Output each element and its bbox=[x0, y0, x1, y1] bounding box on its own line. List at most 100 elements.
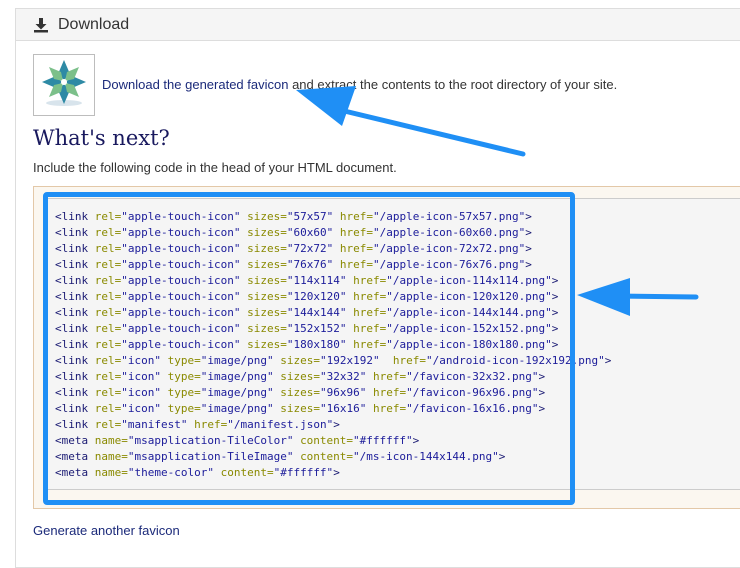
code-token: "192x192" bbox=[319, 354, 393, 367]
code-token: "apple-touch-icon" bbox=[121, 258, 248, 271]
code-token: "152x152" bbox=[286, 322, 354, 335]
code-token: type= bbox=[167, 402, 201, 415]
code-token: sizes= bbox=[280, 402, 320, 415]
code-token: "icon" bbox=[121, 386, 168, 399]
code-token: "apple-touch-icon" bbox=[121, 322, 248, 335]
code-token: <link bbox=[55, 338, 95, 351]
code-token: "144x144" bbox=[286, 306, 354, 319]
code-token: <meta bbox=[55, 450, 95, 463]
code-token: "114x114" bbox=[286, 274, 354, 287]
include-instructions: Include the following code in the head o… bbox=[33, 160, 397, 175]
code-token: sizes= bbox=[247, 274, 287, 287]
code-token: "icon" bbox=[121, 354, 168, 367]
favicon-image bbox=[42, 60, 86, 106]
code-token: rel= bbox=[94, 338, 122, 351]
code-token: href= bbox=[353, 290, 387, 303]
panel-title: Download bbox=[58, 16, 130, 33]
code-token: type= bbox=[167, 354, 201, 367]
code-token: "72x72" bbox=[286, 242, 340, 255]
code-token: "apple-touch-icon" bbox=[121, 226, 248, 239]
code-token: sizes= bbox=[247, 338, 287, 351]
code-token: > bbox=[333, 418, 340, 431]
code-token: name= bbox=[94, 450, 128, 463]
code-line: <link rel="icon" type="image/png" sizes=… bbox=[55, 385, 611, 401]
code-token: <link bbox=[55, 274, 95, 287]
code-token: href= bbox=[339, 258, 373, 271]
code-token: <link bbox=[55, 290, 95, 303]
code-token: "image/png" bbox=[200, 402, 281, 415]
code-token: rel= bbox=[94, 418, 122, 431]
code-token: "/apple-icon-72x72.png" bbox=[372, 242, 526, 255]
code-token: > bbox=[551, 338, 559, 351]
code-token: <link bbox=[55, 242, 95, 255]
code-token: "/apple-icon-180x180.png" bbox=[386, 338, 552, 351]
code-token: rel= bbox=[94, 274, 122, 287]
code-token: sizes= bbox=[247, 226, 287, 239]
code-token: "apple-touch-icon" bbox=[121, 306, 248, 319]
code-token: "apple-touch-icon" bbox=[121, 338, 248, 351]
generate-another-link[interactable]: Generate another favicon bbox=[33, 523, 180, 538]
code-token: rel= bbox=[94, 242, 122, 255]
code-token: content= bbox=[300, 434, 354, 447]
code-token: sizes= bbox=[247, 322, 287, 335]
code-token: sizes= bbox=[247, 306, 287, 319]
code-token: rel= bbox=[94, 258, 122, 271]
download-icon bbox=[34, 18, 48, 33]
code-token: href= bbox=[353, 306, 387, 319]
intro-rest-text: and extract the contents to the root dir… bbox=[288, 77, 618, 92]
code-token: rel= bbox=[94, 386, 122, 399]
code-token: "/favicon-16x16.png" bbox=[406, 402, 539, 415]
code-token: "/apple-icon-76x76.png" bbox=[372, 258, 526, 271]
code-line: <link rel="apple-touch-icon" sizes="144x… bbox=[55, 305, 611, 321]
code-token: "/ms-icon-144x144.png" bbox=[353, 450, 499, 463]
code-token: "/apple-icon-120x120.png" bbox=[386, 290, 552, 303]
code-token: > bbox=[525, 226, 532, 239]
code-token: "manifest" bbox=[121, 418, 195, 431]
code-line: <link rel="icon" type="image/png" sizes=… bbox=[55, 353, 611, 369]
code-line: <link rel="apple-touch-icon" sizes="120x… bbox=[55, 289, 611, 305]
html-code-block[interactable]: <link rel="apple-touch-icon" sizes="57x5… bbox=[55, 209, 611, 481]
code-token: sizes= bbox=[280, 354, 320, 367]
code-token: > bbox=[538, 402, 546, 415]
code-token: href= bbox=[339, 226, 373, 239]
code-token: > bbox=[525, 258, 532, 271]
code-token: "/favicon-32x32.png" bbox=[406, 370, 539, 383]
code-token: sizes= bbox=[280, 386, 320, 399]
code-token: sizes= bbox=[280, 370, 320, 383]
code-token: rel= bbox=[94, 402, 122, 415]
code-token: name= bbox=[94, 434, 128, 447]
favicon-preview[interactable] bbox=[33, 54, 95, 116]
code-token: "/apple-icon-144x144.png" bbox=[386, 306, 552, 319]
download-favicon-link[interactable]: Download the generated favicon bbox=[102, 77, 288, 92]
code-token: <link bbox=[55, 226, 95, 239]
code-line: <link rel="icon" type="image/png" sizes=… bbox=[55, 369, 611, 385]
code-token: "apple-touch-icon" bbox=[121, 242, 248, 255]
code-token: "96x96" bbox=[319, 386, 373, 399]
code-line: <link rel="apple-touch-icon" sizes="72x7… bbox=[55, 241, 611, 257]
code-token: "76x76" bbox=[286, 258, 340, 271]
code-token: name= bbox=[94, 466, 128, 479]
code-line: <meta name="theme-color" content="#fffff… bbox=[55, 465, 611, 481]
code-line: <link rel="apple-touch-icon" sizes="76x7… bbox=[55, 257, 611, 273]
code-token: "image/png" bbox=[200, 354, 281, 367]
code-token: > bbox=[333, 466, 340, 479]
whats-next-heading: What's next? bbox=[33, 126, 170, 150]
code-token: "apple-touch-icon" bbox=[121, 290, 248, 303]
code-token: "apple-touch-icon" bbox=[121, 210, 248, 223]
code-token: <link bbox=[55, 370, 95, 383]
code-token: <link bbox=[55, 322, 95, 335]
code-token: > bbox=[538, 370, 546, 383]
code-line: <meta name="msapplication-TileColor" con… bbox=[55, 433, 611, 449]
code-token: <link bbox=[55, 418, 95, 431]
code-token: <link bbox=[55, 402, 95, 415]
code-token: "180x180" bbox=[286, 338, 354, 351]
code-token: href= bbox=[194, 418, 228, 431]
code-line: <meta name="msapplication-TileImage" con… bbox=[55, 449, 611, 465]
code-token: "msapplication-TileColor" bbox=[127, 434, 301, 447]
code-token: "/favicon-96x96.png" bbox=[406, 386, 539, 399]
code-line: <link rel="apple-touch-icon" sizes="152x… bbox=[55, 321, 611, 337]
code-token: > bbox=[604, 354, 612, 367]
code-token: rel= bbox=[94, 322, 122, 335]
code-token: href= bbox=[372, 370, 407, 383]
code-line: <link rel="manifest" href="/manifest.jso… bbox=[55, 417, 611, 433]
